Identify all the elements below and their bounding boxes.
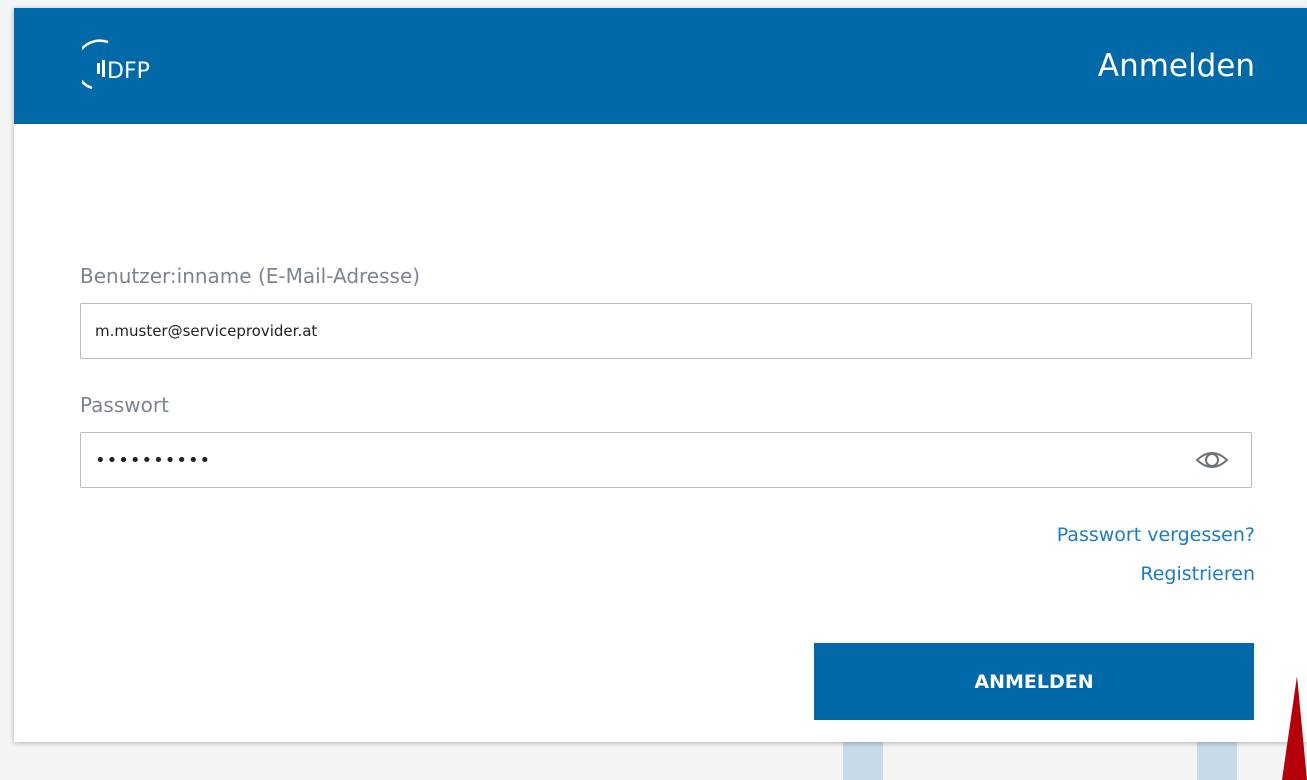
- header-bar: DFP Anmelden: [14, 8, 1307, 124]
- password-input[interactable]: [80, 432, 1252, 488]
- login-card: DFP Anmelden Benutzer:inname (E-Mail-Adr…: [14, 8, 1307, 742]
- eye-icon[interactable]: [1194, 445, 1230, 475]
- username-input[interactable]: [80, 303, 1252, 359]
- register-link[interactable]: Registrieren: [1140, 563, 1255, 585]
- dfp-logo: DFP: [82, 36, 172, 98]
- username-label: Benutzer:inname (E-Mail-Adresse): [80, 264, 421, 288]
- page-title: Anmelden: [1097, 48, 1255, 84]
- forgot-password-link[interactable]: Passwort vergessen?: [1057, 524, 1255, 546]
- annotation-arrow-icon: [1282, 676, 1307, 780]
- login-button[interactable]: ANMELDEN: [814, 643, 1254, 720]
- logo-text: DFP: [107, 59, 150, 84]
- background-decoration: [843, 742, 883, 780]
- background-decoration: [1197, 742, 1237, 780]
- password-label: Passwort: [80, 393, 169, 417]
